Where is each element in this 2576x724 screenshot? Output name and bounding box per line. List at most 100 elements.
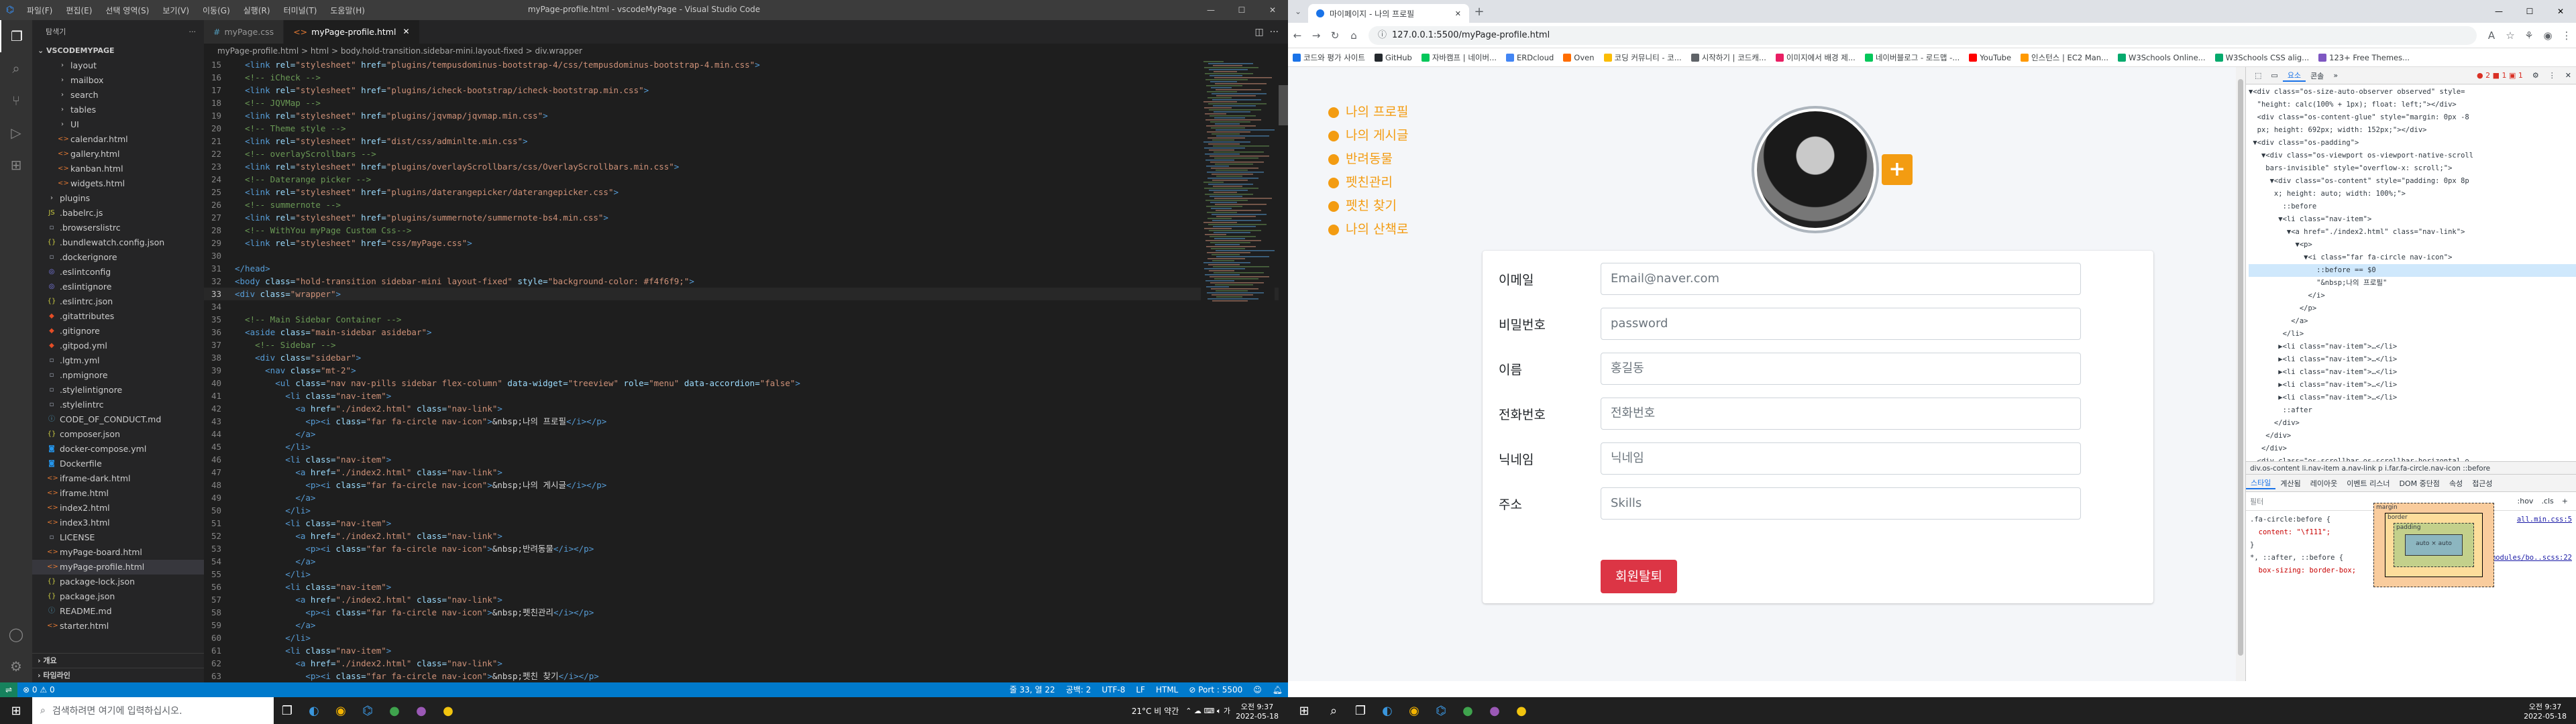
more-actions-icon[interactable]: ··· [1270,27,1279,38]
tree-file[interactable]: ▫ .stylelintrc [32,398,204,412]
new-rule-icon[interactable]: + [2558,497,2572,505]
code-line[interactable]: 33 <div class="wrapper"> [204,288,1288,300]
tree-file[interactable]: ▫ LICENSE [32,530,204,545]
weather-widget[interactable]: 21°C 비 약간 [1132,705,1185,717]
tree-file[interactable]: ◙ docker-compose.yml [32,442,204,457]
dom-node-line[interactable]: ▶<li class="nav-item">…</li> [2249,366,2576,379]
code-line[interactable]: 54 </a> [204,555,1288,568]
tree-file[interactable]: ◆ .gitignore [32,324,204,339]
project-folder-header[interactable]: ⌄ VSCODEMYPAGE [32,44,204,58]
tree-folder[interactable]: › plugins [32,191,204,206]
close-tab-icon[interactable]: ✕ [402,20,409,44]
styles-tab[interactable]: 계산됨 [2275,478,2305,489]
code-line[interactable]: 40 <ul class="nav nav-pills sidebar flex… [204,377,1288,389]
dom-node-line[interactable]: <div class="os-content-glue" style="marg… [2249,111,2576,124]
taskbar-clock[interactable]: 오전 9:37 2022-05-18 [1236,701,1288,721]
tree-file[interactable]: ⓘ CODE_OF_CONDUCT.md [32,412,204,427]
extensions-icon[interactable]: ⚘ [2520,29,2538,42]
inspect-icon[interactable]: ⬚ [2250,71,2266,80]
styles-tab[interactable]: 이벤트 리스너 [2342,478,2394,489]
edge-icon[interactable]: ◐ [1374,697,1401,724]
dom-node-line[interactable]: <div class="os-scrollbar os-scrollbar-ho… [2249,455,2576,461]
code-line[interactable]: 47 <a href="./index2.html" class="nav-li… [204,466,1288,479]
app-purple-icon[interactable]: ● [408,697,435,724]
breadcrumb[interactable]: myPage-profile.html > html > body.hold-t… [204,44,1288,58]
tree-folder[interactable]: › mailbox [32,73,204,88]
tree-file[interactable]: <> kanban.html [32,162,204,176]
forward-icon[interactable]: → [1307,29,1326,42]
tree-file[interactable]: <> calendar.html [32,132,204,147]
task-view-icon[interactable]: ❐ [274,697,301,724]
tree-folder[interactable]: › tables [32,103,204,117]
code-line[interactable]: 25 <link rel="stylesheet" href="plugins/… [204,186,1288,198]
rule-source[interactable]: all.min.css:5 [2517,514,2572,526]
tree-file[interactable]: ▫ .browserslistrc [32,221,204,235]
code-line[interactable]: 42 <a href="./index2.html" class="nav-li… [204,402,1288,415]
dom-node-line[interactable]: ::before [2249,200,2576,213]
dom-node-line[interactable]: ▶<li class="nav-item">…</li> [2249,379,2576,391]
code-line[interactable]: 44 </a> [204,428,1288,440]
device-toggle-icon[interactable]: ▭ [2266,71,2282,80]
code-line[interactable]: 41 <li class="nav-item"> [204,389,1288,402]
code-line[interactable]: 24 <!-- Daterange picker --> [204,173,1288,186]
close-icon[interactable]: ✕ [1257,0,1288,20]
code-line[interactable]: 30 [204,249,1288,262]
dom-node-line[interactable]: ▼<div class="os-viewport os-viewport-nat… [2249,149,2576,162]
tree-file[interactable]: <> iframe.html [32,486,204,501]
bookmark-star-icon[interactable]: ☆ [2501,29,2520,42]
app-purple-icon[interactable]: ● [1481,697,1508,724]
code-line[interactable]: 34 [204,300,1288,313]
code-line[interactable]: 43 <p><i class="far fa-circle nav-icon">… [204,415,1288,428]
dom-node-line[interactable]: "height: calc(100% + 1px); float: left;"… [2249,99,2576,111]
tab-elements[interactable]: 요소 [2282,70,2306,82]
tree-file[interactable]: <> starter.html [32,619,204,634]
dom-node-line[interactable]: ▼<li class="nav-item"> [2249,213,2576,226]
extensions-icon[interactable]: ⊞ [0,149,32,181]
chrome-icon[interactable]: ◉ [1401,697,1428,724]
dom-node-line[interactable]: </a> [2249,315,2576,328]
status-remote-icon[interactable]: ⇌ [0,682,18,697]
code-line[interactable]: 53 <p><i class="far fa-circle nav-icon">… [204,542,1288,555]
dom-breadcrumb[interactable]: div.os-content li.nav-item a.nav-link p … [2246,461,2576,475]
hov-toggle[interactable]: :hov [2514,497,2538,505]
tree-file[interactable]: ▫ .npmignore [32,368,204,383]
bookmark-item[interactable]: GitHub [1370,53,1417,62]
code-line[interactable]: 61 <li class="nav-item"> [204,644,1288,657]
dom-node-line[interactable]: </i> [2249,290,2576,302]
dom-node-line[interactable]: </p> [2249,302,2576,315]
dom-node-line[interactable]: x; height: auto; width: 100%;"> [2249,188,2576,200]
tree-file[interactable]: ⓘ README.md [32,604,204,619]
code-line[interactable]: 17 <link rel="stylesheet" href="plugins/… [204,84,1288,97]
search-icon[interactable]: ⌕ [0,52,32,84]
code-line[interactable]: 39 <nav class="mt-2"> [204,364,1288,377]
reload-icon[interactable]: ↻ [1326,29,1344,42]
vscode-icon[interactable]: ⌬ [1428,697,1454,724]
form-input[interactable]: 홍길동 [1601,353,2081,385]
code-line[interactable]: 59 </a> [204,619,1288,631]
split-editor-icon[interactable]: ◫ [1255,27,1264,38]
code-line[interactable]: 28 <!-- WithYou myPage Custom Css--> [204,224,1288,237]
tree-folder[interactable]: › layout [32,58,204,73]
bookmark-item[interactable]: 시작하기 | 코드캐... [1686,52,1771,63]
tree-file[interactable]: <> myPage-board.html [32,545,204,560]
bookmark-item[interactable]: W3Schools Online... [2113,53,2210,62]
dom-node-line[interactable]: ▼<div class="os-size-auto-observer obser… [2249,86,2576,99]
more-tabs-icon[interactable]: » [2328,71,2343,80]
search-icon[interactable]: ⌕ [1320,697,1347,724]
settings-gear-icon[interactable]: ⚙ [0,650,32,682]
issue-badges[interactable]: ● 2 ■ 1 ▣ 1 [2472,71,2528,80]
tree-file[interactable]: {} .eslintrc.json [32,294,204,309]
code-line[interactable]: 48 <p><i class="far fa-circle nav-icon">… [204,479,1288,491]
profile-nav-item[interactable]: 반려동물 [1328,147,1476,171]
bookmark-item[interactable]: 코딩 커뮤니티 - 코... [1599,52,1686,63]
dom-node-line[interactable]: </div> [2249,442,2576,455]
address-bar[interactable]: ⓘ 127.0.0.1:5500/myPage-profile.html [1368,25,2477,45]
maximize-icon[interactable]: ☐ [1226,0,1257,20]
vscode-icon[interactable]: ⌬ [354,697,381,724]
taskbar-search[interactable]: ⌕ 검색하려면 여기에 입력하십시오. [32,697,274,724]
code-editor[interactable]: 15 <link rel="stylesheet" href="plugins/… [204,58,1288,682]
dom-node-line[interactable]: ▼<i class="far fa-circle nav-icon"> [2249,251,2576,264]
tree-folder[interactable]: › search [32,88,204,103]
code-line[interactable]: 50 </li> [204,504,1288,517]
profile-nav-item[interactable]: 펫친관리 [1328,171,1476,194]
